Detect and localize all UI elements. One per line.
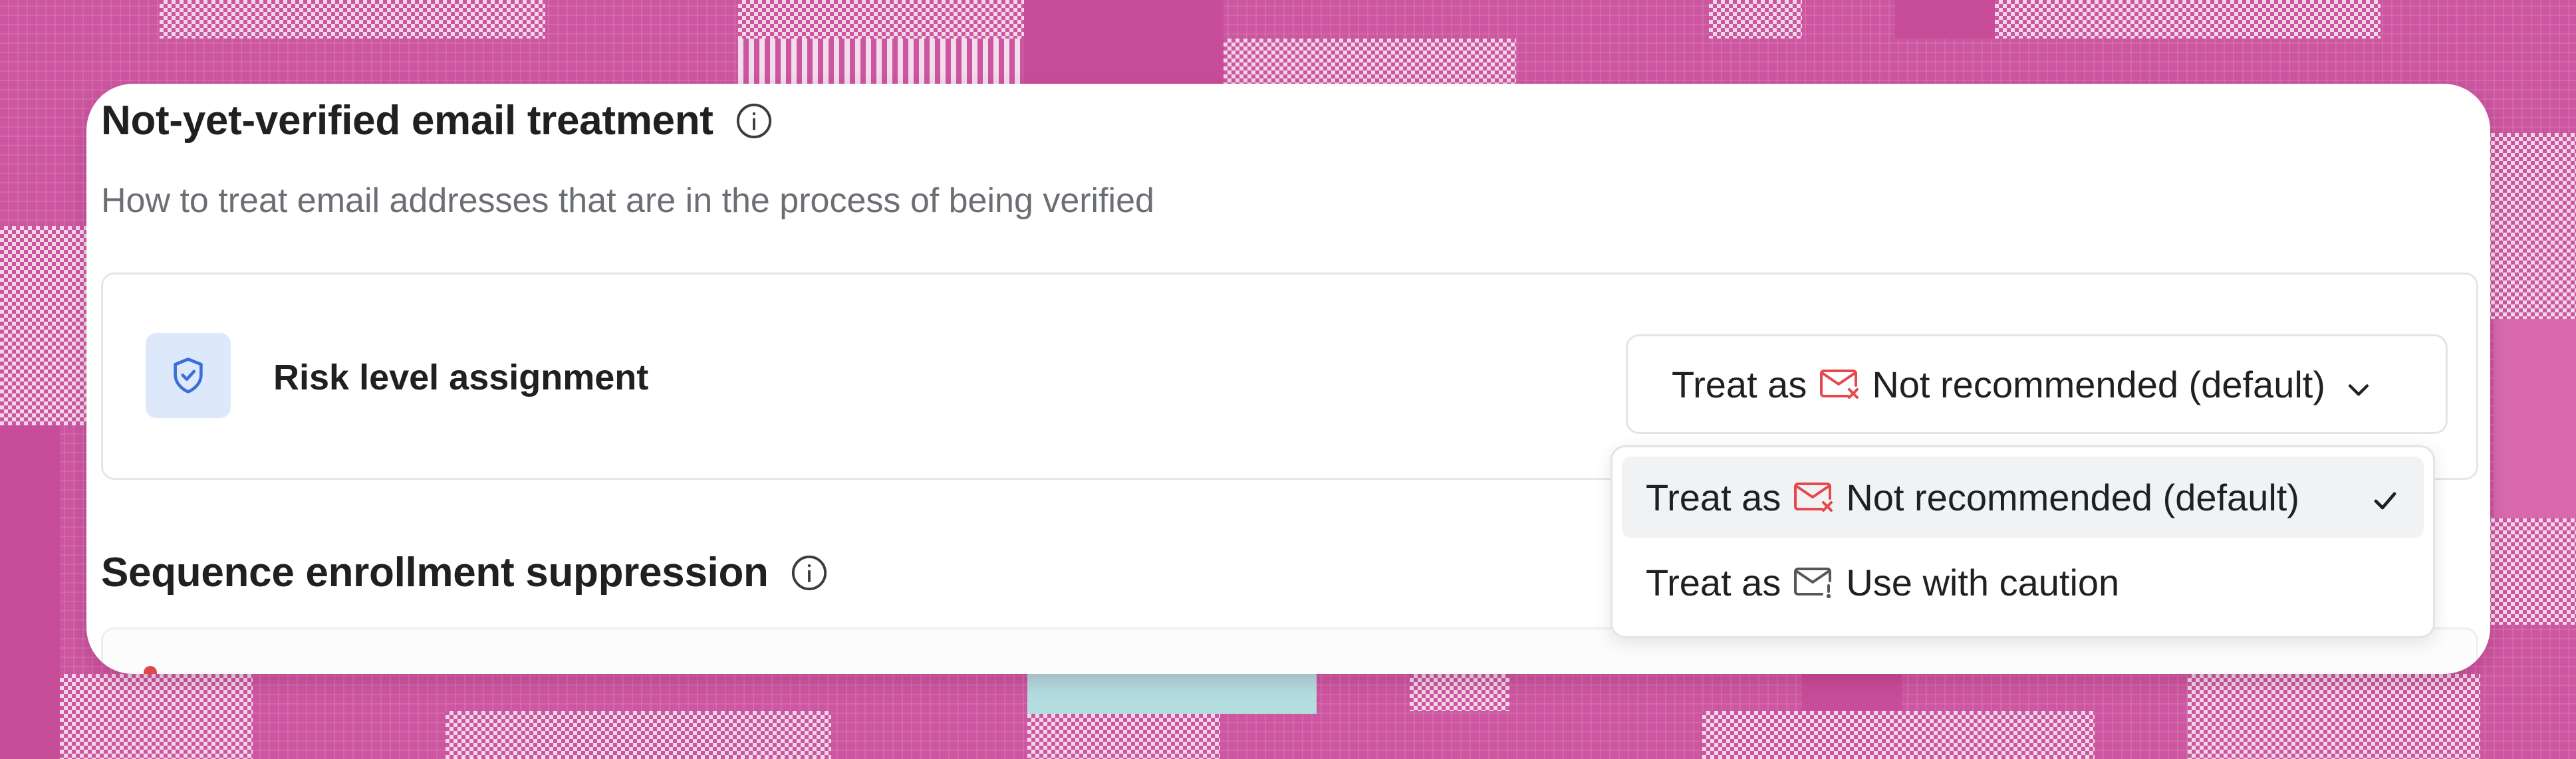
background-pattern — [1702, 711, 2095, 759]
risk-level-select[interactable]: Treat as Not recommended (default) — [1626, 334, 2448, 434]
background-pattern — [1024, 0, 1224, 84]
info-icon[interactable] — [790, 554, 829, 592]
section-title-text: Not-yet-verified email treatment — [101, 98, 713, 144]
background-pattern — [738, 39, 1024, 85]
background-pattern — [60, 674, 253, 759]
info-icon[interactable] — [735, 102, 773, 140]
risk-level-dropdown-menu: Treat as Not recommended (default) Treat… — [1610, 445, 2435, 638]
background-pattern — [2487, 518, 2576, 625]
background-pattern — [1027, 674, 1317, 714]
section-title-text: Sequence enrollment suppression — [101, 550, 769, 596]
select-value: Not recommended (default) — [1872, 363, 2325, 405]
menu-item-label: Use with caution — [1846, 561, 2120, 603]
background-pattern — [1224, 39, 1516, 84]
select-prefix: Treat as — [1672, 363, 1807, 405]
menu-item-prefix: Treat as — [1646, 561, 1781, 603]
background-pattern — [2494, 319, 2576, 518]
mail-x-icon — [1819, 367, 1861, 401]
chevron-down-icon — [2344, 370, 2373, 399]
background-pattern — [1995, 0, 2381, 39]
mail-warning-icon — [1793, 565, 1835, 599]
menu-item-label: Not recommended (default) — [1846, 476, 2299, 518]
background-pattern — [1895, 0, 1995, 39]
setting-label: Risk level assignment — [273, 358, 649, 397]
background-pattern — [1802, 674, 1902, 711]
background-pattern — [738, 0, 1024, 39]
menu-item-use-with-caution[interactable]: Treat as Use with caution — [1622, 542, 2424, 623]
background-pattern — [0, 226, 86, 425]
menu-item-not-recommended[interactable]: Treat as Not recommended (default) — [1622, 457, 2424, 538]
shield-icon — [146, 333, 231, 418]
background-pattern — [1027, 714, 1220, 759]
mail-x-icon — [1793, 480, 1835, 514]
section-title-sequence-suppression: Sequence enrollment suppression — [101, 549, 829, 596]
background-pattern — [160, 0, 545, 39]
section-title-verified-treatment: Not-yet-verified email treatment — [101, 97, 773, 144]
checkmark-icon — [2369, 482, 2401, 514]
background-pattern — [1410, 674, 1509, 711]
background-pattern — [2188, 674, 2480, 759]
background-pattern — [446, 711, 831, 759]
section-description: How to treat email addresses that are in… — [101, 181, 1154, 220]
background-pattern — [0, 425, 60, 759]
background-pattern — [2487, 133, 2576, 319]
background-pattern — [1709, 0, 1802, 39]
menu-item-prefix: Treat as — [1646, 476, 1781, 518]
